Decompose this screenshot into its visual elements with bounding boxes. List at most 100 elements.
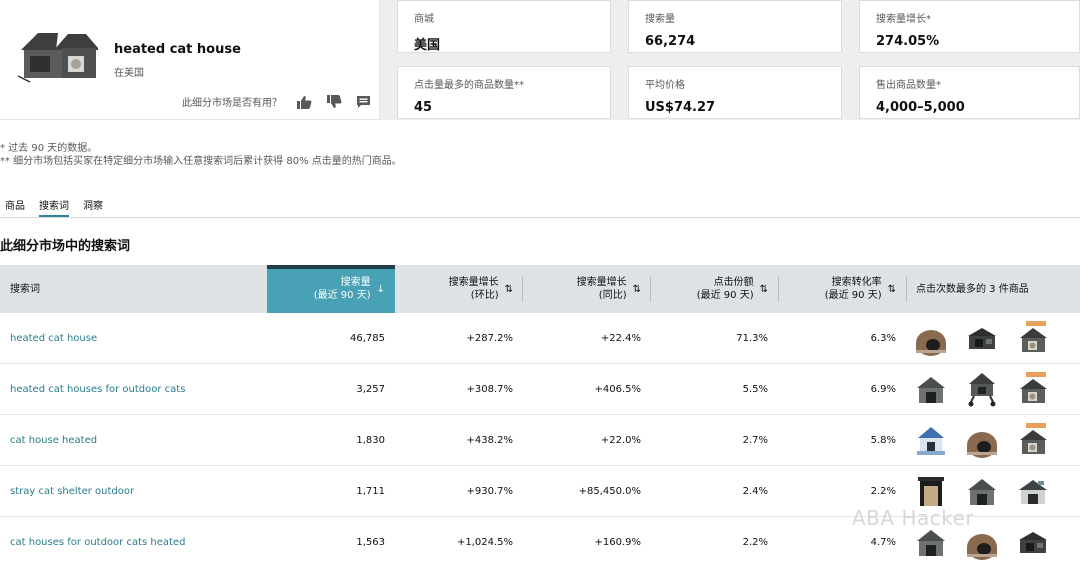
stat-value: 274.05%	[876, 34, 940, 49]
click-share-cell: 2.2%	[742, 536, 768, 548]
stat-value: 66,274	[645, 34, 696, 49]
sort-icon: ⇅	[759, 283, 768, 295]
search-term-link[interactable]: cat house heated	[10, 415, 97, 465]
stat-units-sold: 售出商品数量* 4,000–5,000	[859, 66, 1080, 119]
gray-house-icon[interactable]	[914, 370, 948, 408]
col-label: 搜索量增长 (同比)	[576, 277, 627, 301]
search-term-link[interactable]: heated cat house	[10, 313, 97, 363]
feedback-question: 此细分市场是否有用？	[182, 98, 282, 109]
col-growth-yoy[interactable]: 搜索量增长 (同比) ⇅	[523, 265, 651, 313]
top-products	[914, 421, 1050, 459]
comment-icon[interactable]	[356, 95, 371, 109]
col-conversion-rate[interactable]: 搜索转化率 (最近 90 天) ⇅	[779, 265, 906, 313]
growth-yoy-cell: +85,450.0%	[578, 485, 641, 497]
growth-mom-cell: +438.2%	[466, 434, 513, 446]
stat-label: 点击量最多的商品数量**	[414, 80, 524, 91]
elevated-house-icon[interactable]	[965, 370, 999, 408]
heated-house-icon[interactable]	[1016, 421, 1050, 459]
click-share-cell: 5.5%	[742, 383, 768, 395]
col-label: 搜索量 (最近 90 天)	[313, 277, 371, 301]
stat-label: 平均价格	[645, 80, 685, 91]
table-header: 搜索词 搜索量 (最近 90 天) ↓ 搜索量增长 (环比) ⇅ 搜索量增长 (同比)…	[0, 265, 1080, 313]
stat-label: 售出商品数量*	[876, 80, 941, 91]
tab-search-terms[interactable]: 搜索词	[39, 190, 69, 217]
dome-house-icon[interactable]	[914, 319, 948, 357]
gray-house-icon[interactable]	[965, 472, 999, 510]
col-growth-mom[interactable]: 搜索量增长 (环比) ⇅	[395, 265, 523, 313]
dome-house-icon[interactable]	[965, 421, 999, 459]
product-card: heated cat house 在美国 此细分市场是否有用？	[0, 0, 380, 120]
sort-icon: ⇅	[887, 283, 896, 295]
flat-house-icon[interactable]	[965, 319, 999, 357]
growth-mom-cell: +287.2%	[466, 332, 513, 344]
stat-search-volume: 搜索量 66,274	[628, 0, 842, 53]
conversion-rate-cell: 5.8%	[870, 434, 896, 446]
top-products	[914, 370, 1050, 408]
stat-value: 4,000–5,000	[876, 100, 965, 115]
growth-mom-cell: +1,024.5%	[456, 536, 513, 548]
search-volume-cell: 3,257	[356, 383, 385, 395]
search-volume-cell: 1,830	[356, 434, 385, 446]
feedback-bar: 此细分市场是否有用？	[182, 94, 371, 109]
tab-insights[interactable]: 洞察	[83, 190, 103, 217]
col-label: 搜索转化率 (最近 90 天)	[824, 277, 882, 301]
product-title: heated cat house	[114, 42, 241, 57]
col-search-volume[interactable]: 搜索量 (最近 90 天) ↓	[267, 265, 395, 313]
thumbs-up-icon[interactable]	[296, 95, 312, 109]
stat-search-growth: 搜索量增长* 274.05%	[859, 0, 1080, 53]
conversion-rate-cell: 6.3%	[870, 332, 896, 344]
top-products	[914, 319, 1050, 357]
blue-house-icon[interactable]	[914, 421, 948, 459]
stat-top-products-count: 点击量最多的商品数量** 45	[397, 66, 611, 119]
sort-desc-icon: ↓	[376, 283, 385, 295]
col-top-products: 点击次数最多的 3 件商品	[906, 265, 1080, 313]
col-search-term: 搜索词	[0, 265, 267, 313]
sort-icon: ⇅	[632, 283, 641, 295]
stat-value: 45	[414, 100, 433, 115]
wooden-shelter-icon[interactable]	[914, 472, 948, 510]
growth-yoy-cell: +22.0%	[600, 434, 641, 446]
stat-marketplace: 商城 美国	[397, 0, 611, 53]
thumbs-down-icon[interactable]	[326, 94, 342, 109]
growth-yoy-cell: +22.4%	[600, 332, 641, 344]
stat-value: 美国	[414, 38, 441, 53]
col-click-share[interactable]: 点击份额 (最近 90 天) ⇅	[651, 265, 778, 313]
watermark: ABA Hacker	[852, 506, 975, 530]
col-label: 点击份额 (最近 90 天)	[696, 277, 754, 301]
col-label: 搜索量增长 (环比)	[448, 277, 499, 301]
footnote-niche-definition: ** 细分市场包括买家在特定细分市场输入任意搜索词后累计获得 80% 点击量的热…	[0, 156, 402, 167]
table-row: heated cat house 46,785 +287.2% +22.4% 71.3%…	[0, 313, 1080, 364]
search-term-link[interactable]: heated cat houses for outdoor cats	[10, 364, 185, 414]
conversion-rate-cell: 6.9%	[870, 383, 896, 395]
heated-house-icon[interactable]	[1016, 370, 1050, 408]
search-volume-cell: 1,711	[356, 485, 385, 497]
sort-icon: ⇅	[504, 283, 513, 295]
search-term-link[interactable]: stray cat shelter outdoor	[10, 466, 134, 516]
search-term-link[interactable]: cat houses for outdoor cats heated	[10, 517, 185, 567]
growth-mom-cell: +308.7%	[466, 383, 513, 395]
flat-house-icon[interactable]	[1016, 523, 1050, 561]
tab-products[interactable]: 商品	[5, 190, 25, 217]
stat-average-price: 平均价格 US$74.27	[628, 66, 842, 119]
search-volume-cell: 1,563	[356, 536, 385, 548]
heated-house-icon[interactable]	[1016, 319, 1050, 357]
click-share-cell: 2.7%	[742, 434, 768, 446]
stat-label: 搜索量	[645, 14, 675, 25]
stat-label: 搜索量增长*	[876, 14, 931, 25]
footnote-data-period: * 过去 90 天的数据。	[0, 143, 98, 154]
stat-label: 商城	[414, 14, 434, 25]
tab-bar: 商品 搜索词 洞察	[0, 190, 1080, 218]
footnotes: * 过去 90 天的数据。 ** 细分市场包括买家在特定细分市场输入任意搜索词后…	[0, 120, 1080, 190]
product-marketplace: 在美国	[114, 68, 144, 79]
insulated-house-icon[interactable]	[1016, 472, 1050, 510]
cat-house-image	[17, 33, 98, 83]
col-label: 搜索词	[10, 283, 40, 295]
growth-yoy-cell: +160.9%	[594, 536, 641, 548]
growth-mom-cell: +930.7%	[466, 485, 513, 497]
table-row: heated cat houses for outdoor cats 3,257 +…	[0, 364, 1080, 415]
click-share-cell: 2.4%	[742, 485, 768, 497]
search-volume-cell: 46,785	[350, 332, 385, 344]
col-label: 点击次数最多的 3 件商品	[916, 283, 1029, 295]
top-products	[914, 472, 1050, 510]
click-share-cell: 71.3%	[736, 332, 768, 344]
